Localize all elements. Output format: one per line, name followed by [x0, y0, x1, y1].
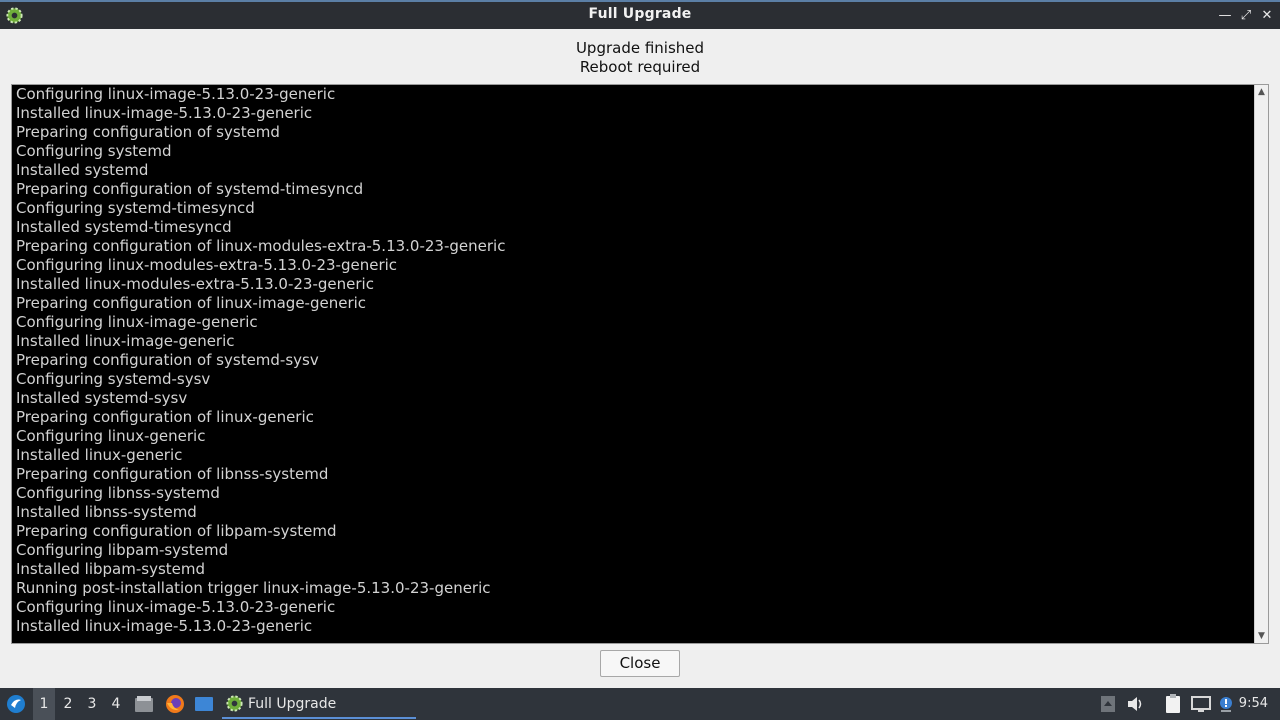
- volume-icon: [1128, 697, 1142, 711]
- log-line: Configuring systemd-timesyncd: [16, 199, 255, 217]
- clipboard-icon: [1166, 694, 1180, 713]
- minimize-icon: —: [1218, 7, 1232, 23]
- log-line: Preparing configuration of systemd-sysv: [16, 351, 319, 369]
- log-lines: Configuring linux-image-5.13.0-23-generi…: [16, 85, 1252, 643]
- file-manager-launcher[interactable]: [132, 688, 156, 720]
- log-line: Installed linux-image-5.13.0-23-generic: [16, 617, 313, 635]
- log-line: Configuring linux-image-5.13.0-23-generi…: [16, 598, 336, 616]
- screenshot-icon: [1101, 696, 1115, 712]
- firefox-icon: [166, 695, 184, 713]
- screenshot-tray[interactable]: [1098, 688, 1118, 720]
- log-line: Preparing configuration of systemd-times…: [16, 180, 364, 198]
- log-line: Configuring libpam-systemd: [16, 541, 229, 559]
- log-line: Installed linux-generic: [16, 446, 183, 464]
- log-line: Installed linux-image-generic: [16, 332, 235, 350]
- log-line: Configuring systemd: [16, 142, 172, 160]
- log-line: Installed linux-modules-extra-5.13.0-23-…: [16, 275, 374, 293]
- update-notifier-icon: [1220, 697, 1232, 712]
- workspace-4[interactable]: 4: [105, 688, 127, 720]
- log-line: Running post-installation trigger linux-…: [16, 579, 491, 597]
- task-full-upgrade[interactable]: Full Upgrade: [222, 689, 416, 719]
- log-line: Preparing configuration of linux-generic: [16, 408, 314, 426]
- log-line: Preparing configuration of libnss-system…: [16, 465, 329, 483]
- minimize-button[interactable]: —: [1216, 6, 1234, 24]
- log-line: Configuring systemd-sysv: [16, 370, 211, 388]
- maximize-icon: ⤢: [1240, 7, 1252, 23]
- log-line: Installed libnss-systemd: [16, 503, 197, 521]
- scroll-down-icon[interactable]: ▼: [1255, 630, 1268, 642]
- close-window-button[interactable]: ✕: [1258, 6, 1276, 24]
- workspace-2[interactable]: 2: [57, 688, 79, 720]
- log-line: Installed systemd: [16, 161, 149, 179]
- log-line: Installed systemd-timesyncd: [16, 218, 232, 236]
- show-desktop-icon: [195, 697, 213, 711]
- maximize-button[interactable]: ⤢: [1237, 6, 1255, 24]
- close-icon: ✕: [1261, 7, 1273, 23]
- log-line: Preparing configuration of linux-modules…: [16, 237, 506, 255]
- clock[interactable]: 9:54: [1239, 696, 1268, 711]
- scroll-up-icon[interactable]: ▲: [1255, 86, 1268, 98]
- volume-tray[interactable]: [1126, 688, 1146, 720]
- log-line: Installed linux-image-5.13.0-23-generic: [16, 104, 313, 122]
- log-output[interactable]: Configuring linux-image-5.13.0-23-generi…: [11, 84, 1269, 644]
- close-button[interactable]: Close: [600, 650, 680, 677]
- start-menu-button[interactable]: [3, 688, 29, 720]
- log-line: Configuring linux-image-5.13.0-23-generi…: [16, 85, 336, 103]
- gear-icon: [226, 695, 243, 712]
- status-finished: Upgrade finished: [575, 39, 705, 57]
- log-line: Configuring linux-modules-extra-5.13.0-2…: [16, 256, 398, 274]
- log-line: Installed systemd-sysv: [16, 389, 188, 407]
- workspace-1[interactable]: 1: [33, 688, 55, 720]
- file-manager-icon: [135, 696, 153, 712]
- network-tray[interactable]: [1190, 688, 1212, 720]
- start-menu-icon: [7, 695, 25, 713]
- window-title: Full Upgrade: [588, 6, 692, 22]
- window-titlebar[interactable]: Full Upgrade — ⤢ ✕: [0, 0, 1280, 29]
- log-line: Preparing configuration of linux-image-g…: [16, 294, 367, 312]
- vertical-scrollbar[interactable]: ▲ ▼: [1254, 85, 1268, 643]
- firefox-launcher[interactable]: [162, 688, 188, 720]
- task-label: Full Upgrade: [248, 696, 337, 712]
- network-icon: [1191, 696, 1211, 712]
- status-reboot: Reboot required: [579, 58, 701, 76]
- clipboard-tray[interactable]: [1162, 688, 1184, 720]
- workspace-3[interactable]: 3: [81, 688, 103, 720]
- log-line: Preparing configuration of libpam-system…: [16, 522, 337, 540]
- log-line: Preparing configuration of systemd: [16, 123, 280, 141]
- show-desktop-launcher[interactable]: [192, 688, 216, 720]
- log-line: Installed libpam-systemd: [16, 560, 206, 578]
- log-line: Configuring linux-generic: [16, 427, 206, 445]
- update-notifier-tray[interactable]: [1215, 688, 1237, 720]
- taskbar: 1234 Full Upgrade 9:54: [0, 688, 1280, 720]
- log-line: Configuring libnss-systemd: [16, 484, 220, 502]
- log-line: Configuring linux-image-generic: [16, 313, 258, 331]
